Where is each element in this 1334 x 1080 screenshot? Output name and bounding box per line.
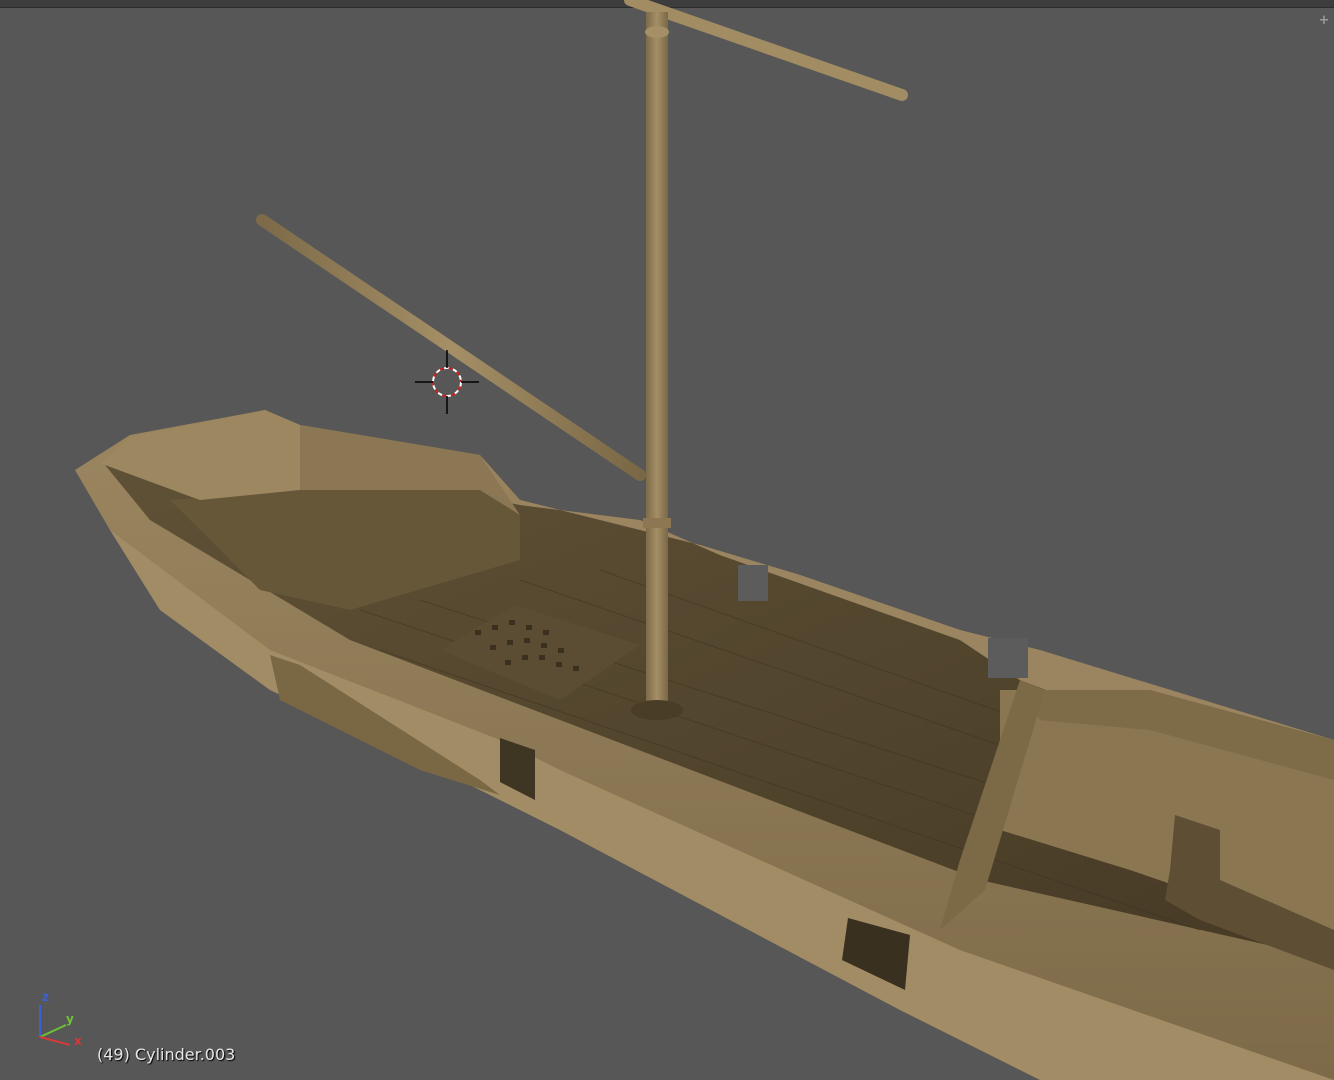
- port-2: [988, 638, 1028, 678]
- port-1: [738, 565, 768, 601]
- 3d-viewport[interactable]: + z y x (49) Cylinder.003: [0, 0, 1334, 1080]
- mast-collar: [643, 518, 671, 528]
- x-axis-label: x: [74, 1034, 82, 1048]
- yard-spar-top: [624, 0, 908, 101]
- boat-model[interactable]: [0, 0, 1334, 1080]
- mast-top-cap: [645, 26, 669, 38]
- add-region-icon[interactable]: +: [1316, 12, 1332, 30]
- active-object-info: (49) Cylinder.003: [97, 1045, 236, 1064]
- axis-gizmo: z y x: [39, 990, 82, 1048]
- mast: [646, 12, 668, 707]
- z-axis-label: z: [42, 990, 49, 1004]
- y-axis-label: y: [66, 1012, 74, 1026]
- mast-base: [631, 700, 683, 720]
